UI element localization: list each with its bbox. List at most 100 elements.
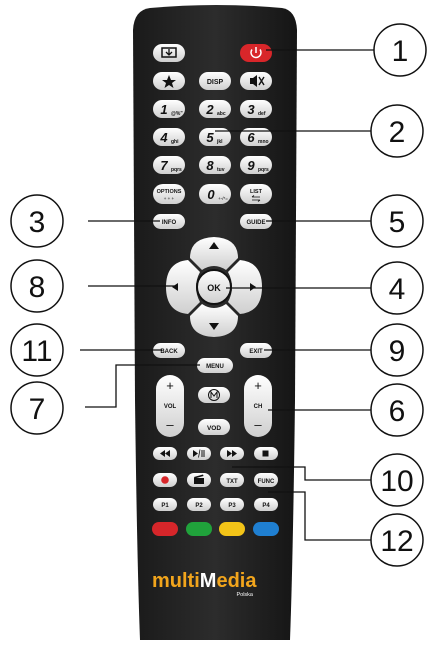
multimedia-button[interactable]: [198, 387, 230, 403]
preset-p3-button[interactable]: P3: [220, 498, 244, 511]
digit-8-button[interactable]: 8 tuv: [199, 156, 231, 174]
digit-8-letters: tuv: [217, 167, 225, 173]
vod-label: VOD: [207, 425, 221, 432]
preset-p1-button[interactable]: P1: [153, 498, 177, 511]
menu-button[interactable]: MENU: [197, 358, 233, 373]
callout-number: 7: [29, 393, 46, 426]
list-button[interactable]: LIST: [240, 184, 272, 204]
digit-4-button[interactable]: 4 ghi: [153, 128, 185, 146]
rewind-button[interactable]: [153, 447, 177, 460]
disp-label: DISP: [207, 79, 224, 86]
list-label: LIST: [250, 189, 263, 195]
digit-8-label: 8: [206, 158, 214, 173]
remote-diagram: DISP 1 @%" 2 abc 3 def 4 ghi 5 jkl 6 mno 7 pqrs 8 tuv 9 p…: [0, 0, 433, 645]
digit-0-button[interactable]: 0 +-/*=: [199, 184, 231, 204]
func-label: FUNC: [258, 479, 275, 485]
exit-label: EXIT: [249, 349, 263, 355]
digit-2-letters: abc: [217, 111, 226, 117]
callout-number: 11: [21, 335, 52, 368]
stop-icon: [262, 450, 269, 457]
digit-9-letters: pqrs: [258, 167, 269, 173]
txt-button[interactable]: TXT: [220, 473, 244, 487]
brand-wordmark: multiMedia: [152, 570, 257, 592]
digit-7-button[interactable]: 7 pqrs: [153, 156, 185, 174]
digit-keypad: 1 @%" 2 abc 3 def4 ghi 5 jkl 6 mno7 pqrs 8 tuv 9 pqrs: [153, 100, 272, 174]
callout-number: 12: [380, 525, 413, 558]
digit-6-letters: mno: [258, 139, 269, 145]
digit-4-letters: ghi: [171, 139, 179, 145]
mute-button[interactable]: [240, 72, 272, 90]
digit-3-letters: def: [258, 111, 266, 117]
txt-label: TXT: [226, 479, 238, 485]
callout-number: 1: [392, 35, 409, 68]
stop-button[interactable]: [254, 447, 278, 460]
callout-9: 9: [370, 323, 424, 377]
callout-6: 6: [370, 383, 424, 437]
callout-12: 12: [370, 513, 424, 567]
digit-1-button[interactable]: 1 @%": [153, 100, 185, 118]
preset-label: P1: [161, 503, 169, 509]
yellow-key-button[interactable]: [219, 522, 245, 536]
callout-3: 3: [10, 194, 64, 248]
brand-m: M: [200, 570, 217, 592]
play-pause-button[interactable]: [187, 447, 211, 460]
callout-2: 2: [370, 104, 424, 158]
callout-number: 3: [29, 206, 46, 239]
digit-1-label: 1: [160, 102, 167, 117]
digit-5-letters: jkl: [216, 139, 223, 145]
ok-label: OK: [207, 283, 221, 293]
preset-p4-button[interactable]: P4: [254, 498, 278, 511]
digit-6-label: 6: [247, 130, 255, 145]
preset-p2-button[interactable]: P2: [187, 498, 211, 511]
power-button[interactable]: [240, 44, 272, 62]
func-button[interactable]: FUNC: [254, 473, 278, 487]
digit-7-letters: pqrs: [171, 167, 182, 173]
options-sub: + + +: [164, 196, 175, 201]
callout-number: 10: [380, 465, 413, 498]
options-button[interactable]: OPTIONS + + +: [153, 184, 185, 204]
blue-key-button[interactable]: [253, 522, 279, 536]
dpad-up-button[interactable]: [190, 237, 238, 270]
callout-8: 8: [10, 259, 64, 313]
options-label: OPTIONS: [157, 189, 182, 195]
callout-number: 6: [389, 395, 406, 428]
digit-0-sub: +-/*=: [218, 196, 228, 201]
digit-0-label: 0: [207, 187, 215, 202]
clapper-button[interactable]: [187, 473, 211, 487]
callout-4: 4: [370, 261, 424, 315]
menu-label: MENU: [206, 364, 224, 370]
info-label: INFO: [162, 220, 177, 226]
brand-end: edia: [216, 570, 257, 592]
volume-rocker[interactable]: + VOL –: [156, 375, 184, 437]
red-key-button[interactable]: [152, 522, 178, 536]
dpad-down-button[interactable]: [190, 304, 238, 337]
callout-1: 1: [373, 23, 427, 77]
digit-4-label: 4: [159, 130, 168, 145]
digit-3-button[interactable]: 3 def: [240, 100, 272, 118]
vod-button[interactable]: VOD: [198, 419, 230, 435]
digit-9-button[interactable]: 9 pqrs: [240, 156, 272, 174]
callout-number: 8: [29, 271, 46, 304]
digit-9-label: 9: [247, 158, 255, 173]
digit-2-button[interactable]: 2 abc: [199, 100, 231, 118]
record-button[interactable]: [153, 473, 177, 487]
preset-label: P3: [228, 503, 236, 509]
digit-7-label: 7: [160, 158, 168, 173]
channel-rocker[interactable]: + CH –: [244, 375, 272, 437]
vol-label: VOL: [164, 404, 177, 410]
guide-label: GUIDE: [246, 220, 265, 226]
ch-label: CH: [254, 404, 263, 410]
callout-7: 7: [10, 381, 64, 435]
callout-5: 5: [370, 194, 424, 248]
disp-button[interactable]: DISP: [199, 72, 231, 90]
ch-minus: –: [254, 417, 262, 432]
fast-forward-button[interactable]: [220, 447, 244, 460]
green-key-button[interactable]: [186, 522, 212, 536]
diagram-canvas: DISP 1 @%" 2 abc 3 def4 ghi 5 jkl 6 mno7 pqrs 8 tuv 9 p…: [10, 5, 427, 640]
callout-number: 2: [389, 116, 406, 149]
input-button[interactable]: [153, 44, 185, 62]
digit-3-label: 3: [247, 102, 255, 117]
vol-minus: –: [166, 417, 174, 432]
vol-plus: +: [166, 378, 174, 393]
favorite-button[interactable]: [153, 72, 185, 90]
